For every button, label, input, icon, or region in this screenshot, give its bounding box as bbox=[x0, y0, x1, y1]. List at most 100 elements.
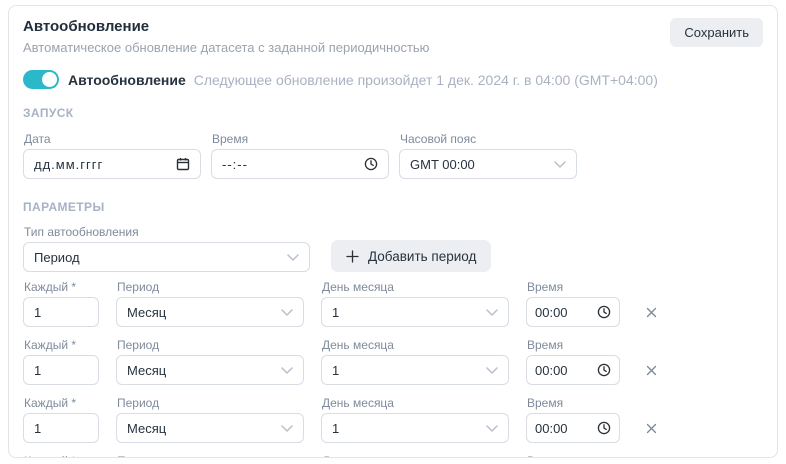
calendar-icon[interactable] bbox=[176, 157, 190, 171]
row-time-label: Время bbox=[527, 396, 620, 410]
row-time-label: Время bbox=[527, 454, 620, 458]
date-input[interactable]: дд.мм.гггг bbox=[23, 149, 201, 179]
period-label: Период bbox=[117, 396, 304, 410]
every-field: Каждый * 1 bbox=[23, 443, 99, 458]
every-value: 1 bbox=[34, 421, 41, 436]
chevron-down-icon bbox=[287, 254, 299, 261]
day-of-month-value: 1 bbox=[332, 305, 339, 320]
period-label: Период bbox=[117, 280, 304, 294]
period-value: Месяц bbox=[127, 421, 166, 436]
section-launch-title: ЗАПУСК bbox=[23, 106, 763, 120]
close-icon bbox=[646, 307, 657, 318]
autoupdate-type-value: Период bbox=[34, 250, 80, 265]
next-update-status: Следующее обновление произойдет 1 дек. 2… bbox=[194, 72, 658, 88]
every-input[interactable]: 1 bbox=[23, 297, 99, 327]
period-value: Месяц bbox=[127, 363, 166, 378]
every-field: Каждый * 1 bbox=[23, 327, 99, 385]
chevron-down-icon bbox=[486, 425, 498, 432]
row-time-input[interactable]: 00:00 bbox=[526, 355, 620, 385]
date-field: Дата дд.мм.гггг bbox=[23, 121, 201, 179]
timezone-select[interactable]: GMT 00:00 bbox=[399, 149, 577, 179]
chevron-down-icon bbox=[281, 309, 293, 316]
day-of-month-field: День месяца 1 bbox=[321, 327, 509, 385]
day-of-month-label: День месяца bbox=[322, 454, 509, 458]
start-time-input[interactable]: --:-- bbox=[211, 149, 389, 179]
save-button[interactable]: Сохранить bbox=[670, 18, 763, 47]
close-icon bbox=[646, 365, 657, 376]
row-time-field: Время 00:00 bbox=[526, 385, 620, 443]
autoupdate-type-field: Тип автообновления Период bbox=[23, 214, 310, 272]
period-row: Каждый * 1 Период Месяц День месяца 1 bbox=[23, 385, 763, 443]
panel-header: Автообновление Автоматическое обновление… bbox=[23, 18, 763, 55]
row-time-value: 00:00 bbox=[535, 305, 568, 320]
period-field: Период Месяц bbox=[116, 269, 304, 327]
start-time-placeholder: --:-- bbox=[222, 157, 248, 172]
header-text: Автообновление Автоматическое обновление… bbox=[23, 18, 429, 55]
remove-period-button[interactable] bbox=[642, 413, 661, 443]
timezone-value: GMT 00:00 bbox=[410, 157, 475, 172]
every-value: 1 bbox=[34, 363, 41, 378]
period-rows: Каждый * 1 Период Месяц День месяца 1 bbox=[23, 269, 763, 458]
every-label: Каждый * bbox=[24, 280, 99, 294]
clock-icon[interactable] bbox=[597, 363, 611, 377]
autoupdate-toggle[interactable] bbox=[23, 70, 59, 89]
chevron-down-icon bbox=[486, 367, 498, 374]
day-of-month-select[interactable]: 1 bbox=[321, 413, 509, 443]
period-select[interactable]: Месяц bbox=[116, 413, 304, 443]
add-period-label: Добавить период bbox=[368, 249, 476, 264]
day-of-month-field: День месяца 1 bbox=[321, 385, 509, 443]
chevron-down-icon bbox=[281, 367, 293, 374]
remove-period-button[interactable] bbox=[642, 355, 661, 385]
day-of-month-label: День месяца bbox=[322, 280, 509, 294]
page-subtitle: Автоматическое обновление датасета с зад… bbox=[23, 40, 429, 55]
row-time-value: 00:00 bbox=[535, 363, 568, 378]
chevron-down-icon bbox=[486, 309, 498, 316]
every-input[interactable]: 1 bbox=[23, 355, 99, 385]
date-placeholder: дд.мм.гггг bbox=[34, 157, 103, 172]
every-value: 1 bbox=[34, 305, 41, 320]
row-time-label: Время bbox=[527, 280, 620, 294]
toggle-knob bbox=[42, 72, 57, 87]
row-time-field: Время 00:00 bbox=[526, 327, 620, 385]
period-select[interactable]: Месяц bbox=[116, 297, 304, 327]
autoupdate-panel: Автообновление Автоматическое обновление… bbox=[8, 5, 778, 458]
period-field: Период Месяц bbox=[116, 327, 304, 385]
day-of-month-field: День месяца 1 bbox=[321, 269, 509, 327]
every-label: Каждый * bbox=[24, 396, 99, 410]
every-label: Каждый * bbox=[24, 454, 99, 458]
period-row: Каждый * 1 Период Месяц День месяца 1 bbox=[23, 269, 763, 327]
add-period-button[interactable]: Добавить период bbox=[331, 240, 491, 272]
remove-period-button[interactable] bbox=[642, 297, 661, 327]
period-label: Период bbox=[117, 454, 304, 458]
period-row: Каждый * 1 Период Месяц День месяца 1 bbox=[23, 443, 763, 458]
plus-icon bbox=[346, 250, 359, 263]
period-value: Месяц bbox=[127, 305, 166, 320]
start-time-field: Время --:-- bbox=[211, 121, 389, 179]
toggle-row: Автообновление Следующее обновление прои… bbox=[23, 70, 763, 89]
timezone-label: Часовой пояс bbox=[400, 132, 577, 146]
chevron-down-icon bbox=[554, 161, 566, 168]
chevron-down-icon bbox=[281, 425, 293, 432]
autoupdate-type-select[interactable]: Период bbox=[23, 242, 310, 272]
day-of-month-select[interactable]: 1 bbox=[321, 355, 509, 385]
clock-icon[interactable] bbox=[364, 157, 378, 171]
section-parameters-title: ПАРАМЕТРЫ bbox=[23, 200, 763, 214]
timezone-field: Часовой пояс GMT 00:00 bbox=[399, 121, 577, 179]
row-time-input[interactable]: 00:00 bbox=[526, 297, 620, 327]
day-of-month-label: День месяца bbox=[322, 338, 509, 352]
clock-icon[interactable] bbox=[597, 305, 611, 319]
day-of-month-select[interactable]: 1 bbox=[321, 297, 509, 327]
day-of-month-field: День месяца 1 bbox=[321, 443, 509, 458]
row-time-label: Время bbox=[527, 338, 620, 352]
period-row: Каждый * 1 Период Месяц День месяца 1 bbox=[23, 327, 763, 385]
clock-icon[interactable] bbox=[597, 421, 611, 435]
every-input[interactable]: 1 bbox=[23, 413, 99, 443]
launch-fields: Дата дд.мм.гггг Время --:-- Часовой пояс… bbox=[23, 121, 763, 179]
period-field: Период Месяц bbox=[116, 385, 304, 443]
period-select[interactable]: Месяц bbox=[116, 355, 304, 385]
toggle-label: Автообновление bbox=[68, 72, 186, 88]
row-time-input[interactable]: 00:00 bbox=[526, 413, 620, 443]
autoupdate-type-label: Тип автообновления bbox=[24, 225, 310, 239]
date-label: Дата bbox=[24, 132, 201, 146]
row-time-field: Время 00:00 bbox=[526, 443, 620, 458]
